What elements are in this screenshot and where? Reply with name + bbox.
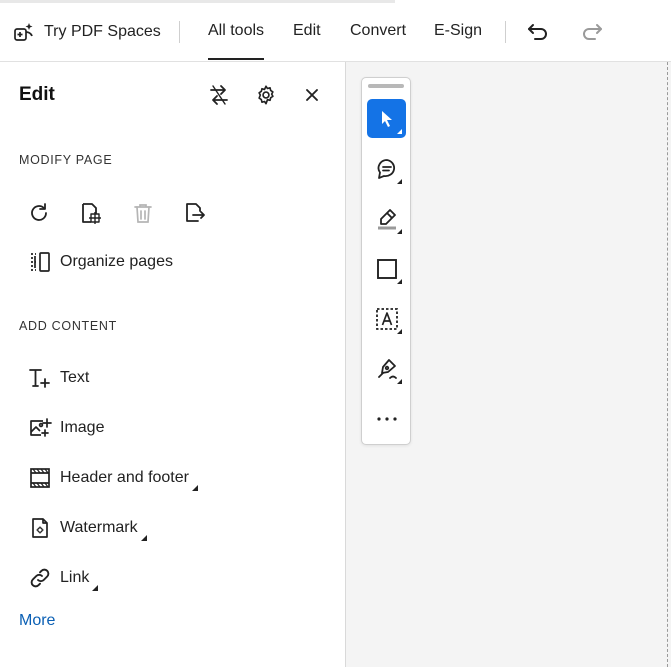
rotate-page-button[interactable] bbox=[27, 199, 79, 227]
try-pdf-spaces-button[interactable]: Try PDF Spaces bbox=[12, 18, 161, 46]
comment-tool-button[interactable] bbox=[367, 149, 406, 188]
add-text-button[interactable]: Text bbox=[28, 363, 89, 393]
redo-icon bbox=[583, 24, 602, 40]
organize-pages-label: Organize pages bbox=[60, 253, 173, 270]
close-panel-button[interactable] bbox=[302, 85, 322, 105]
header-footer-icon bbox=[30, 468, 50, 488]
submenu-caret bbox=[191, 485, 198, 491]
draw-icon bbox=[377, 358, 397, 379]
gear-icon bbox=[258, 85, 274, 105]
rectangle-tool-button[interactable] bbox=[367, 249, 406, 288]
organize-pages-icon bbox=[31, 252, 50, 272]
undo-icon bbox=[528, 24, 547, 40]
draw-tool-button[interactable] bbox=[367, 349, 406, 388]
modify-page-tools bbox=[27, 199, 235, 227]
add-image-label: Image bbox=[60, 419, 105, 436]
add-image-button[interactable]: Image bbox=[28, 413, 104, 443]
add-content-heading: ADD CONTENT bbox=[19, 319, 117, 333]
highlight-icon bbox=[377, 208, 396, 229]
switch-tools-button[interactable] bbox=[206, 82, 232, 108]
tab-e-sign[interactable]: E-Sign bbox=[434, 22, 482, 62]
rotate-icon bbox=[31, 203, 47, 221]
header-and-footer-button[interactable]: Header and footer bbox=[28, 463, 198, 493]
submenu-caret bbox=[92, 585, 99, 591]
loading-progress-bar bbox=[0, 0, 395, 3]
more-tools-link[interactable]: More bbox=[19, 612, 55, 630]
tool-menu-caret bbox=[397, 129, 402, 134]
text-box-tool-button[interactable] bbox=[367, 299, 406, 338]
select-tool-button[interactable] bbox=[367, 99, 406, 138]
top-toolbar: Try PDF Spaces All tools Edit Convert E-… bbox=[0, 0, 671, 62]
more-quick-tools-button[interactable] bbox=[367, 399, 406, 438]
comment-icon bbox=[377, 158, 395, 179]
toolbar-divider bbox=[179, 21, 180, 43]
crop-page-button[interactable] bbox=[79, 199, 131, 227]
text-box-icon bbox=[375, 307, 398, 330]
watermark-icon bbox=[32, 518, 48, 538]
add-text-label: Text bbox=[60, 369, 90, 386]
close-icon bbox=[306, 89, 318, 101]
crop-icon bbox=[82, 203, 101, 224]
tab-convert[interactable]: Convert bbox=[350, 22, 406, 62]
trash-icon bbox=[134, 204, 152, 223]
try-pdf-spaces-label: Try PDF Spaces bbox=[44, 23, 161, 40]
delete-page-button[interactable] bbox=[131, 199, 183, 227]
settings-button[interactable] bbox=[253, 82, 279, 108]
select-pointer-icon bbox=[381, 110, 392, 127]
panel-title: Edit bbox=[19, 84, 55, 105]
watermark-label: Watermark bbox=[60, 519, 138, 536]
spaces-sparkle-icon bbox=[14, 23, 33, 41]
edit-panel: Edit MODIFY PAGE Organize pages ADD CONT… bbox=[0, 62, 346, 667]
swap-icon bbox=[210, 85, 228, 105]
add-link-label: Link bbox=[60, 569, 90, 586]
tool-menu-caret bbox=[397, 329, 402, 334]
add-image-icon bbox=[30, 418, 52, 437]
tool-menu-caret bbox=[397, 179, 402, 184]
organize-pages-button[interactable]: Organize pages bbox=[28, 247, 173, 277]
tool-menu-caret bbox=[397, 229, 402, 234]
undo-button[interactable] bbox=[524, 20, 552, 44]
watermark-button[interactable]: Watermark bbox=[28, 513, 147, 543]
modify-page-heading: MODIFY PAGE bbox=[19, 153, 113, 167]
redo-button[interactable] bbox=[578, 20, 606, 44]
link-icon bbox=[30, 568, 50, 588]
tool-menu-caret bbox=[397, 379, 402, 384]
page-boundary bbox=[667, 62, 668, 667]
quick-tools-bar bbox=[361, 77, 411, 445]
toolbar-divider bbox=[505, 21, 506, 43]
extract-page-button[interactable] bbox=[183, 199, 235, 227]
add-text-icon bbox=[29, 369, 50, 388]
more-icon bbox=[376, 416, 397, 421]
add-link-button[interactable]: Link bbox=[28, 563, 99, 593]
quick-tools-drag-handle[interactable] bbox=[368, 84, 404, 88]
rectangle-icon bbox=[376, 258, 397, 279]
tab-edit[interactable]: Edit bbox=[293, 22, 321, 62]
export-page-icon bbox=[186, 203, 205, 222]
header-and-footer-label: Header and footer bbox=[60, 469, 189, 486]
submenu-caret bbox=[140, 535, 147, 541]
highlight-tool-button[interactable] bbox=[367, 199, 406, 238]
tab-all-tools[interactable]: All tools bbox=[208, 22, 265, 62]
tool-menu-caret bbox=[397, 279, 402, 284]
